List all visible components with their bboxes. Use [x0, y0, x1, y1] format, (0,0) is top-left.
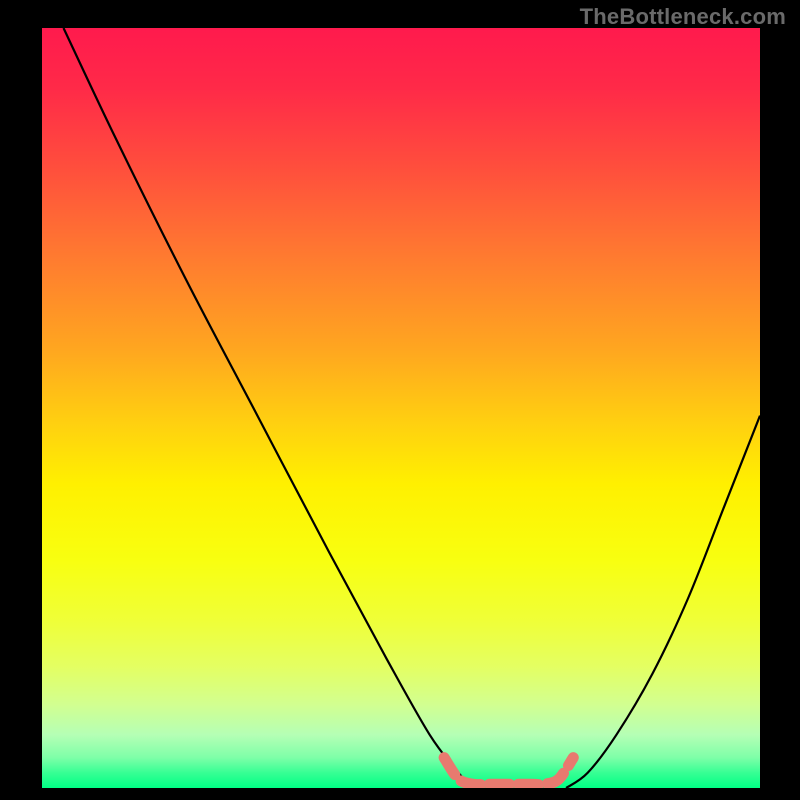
chart-background-gradient [42, 28, 760, 788]
watermark-text: TheBottleneck.com [580, 4, 786, 30]
chart-plot-area [42, 28, 760, 788]
